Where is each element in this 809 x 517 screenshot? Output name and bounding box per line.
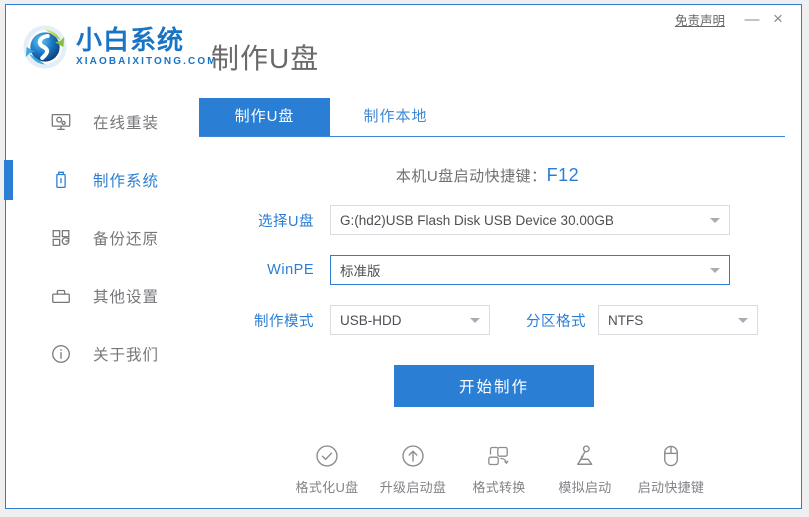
sidebar-item-online-reinstall[interactable]: 在线重装	[6, 93, 194, 151]
tool-label: 升级启动盘	[380, 477, 447, 496]
sidebar-item-label: 其他设置	[93, 285, 159, 307]
chevron-down-icon	[710, 218, 720, 223]
app-window: 免责声明 — ×	[5, 4, 802, 509]
tool-label: 格式转换	[472, 477, 525, 496]
sidebar-item-about-us[interactable]: 关于我们	[6, 325, 194, 383]
monitor-icon	[49, 110, 73, 134]
winpe-select[interactable]: 标准版	[330, 255, 730, 285]
tool-label: 模拟启动	[558, 477, 611, 496]
sidebar-item-other-settings[interactable]: 其他设置	[6, 267, 194, 325]
brand-logo-block: 小白系统 XIAOBAIXITONG.COM	[23, 25, 218, 69]
sidebar-item-label: 备份还原	[93, 227, 159, 249]
content-area: 制作U盘 制作本地 本机U盘启动快捷键：F12 选择U盘 G:(hd2)USB …	[194, 93, 801, 508]
mode-select[interactable]: USB-HDD	[330, 305, 490, 335]
app-root: 免责声明 — ×	[0, 0, 809, 517]
toolbox-icon	[49, 284, 73, 308]
sidebar-item-make-system[interactable]: 制作系统	[6, 151, 194, 209]
boot-hotkey-value: F12	[547, 165, 580, 185]
tool-simulate-boot[interactable]: 模拟启动	[547, 441, 623, 496]
chevron-down-icon	[710, 268, 720, 273]
format-convert-icon	[486, 441, 512, 471]
brand-name-cn: 小白系统	[76, 26, 218, 54]
brand-name-en: XIAOBAIXITONG.COM	[76, 55, 218, 68]
sidebar-item-label: 制作系统	[93, 169, 159, 191]
start-make-button[interactable]: 开始制作	[394, 365, 594, 407]
tool-boot-hotkey[interactable]: 启动快捷键	[633, 441, 709, 496]
sidebar-item-label: 在线重装	[93, 111, 159, 133]
tool-shortcut-row: 格式化U盘 升级启动盘	[289, 441, 709, 496]
close-button[interactable]: ×	[765, 8, 791, 30]
boot-hotkey-text: 本机U盘启动快捷键：F12	[194, 165, 781, 186]
partition-select-value: NTFS	[608, 313, 643, 328]
brand-text: 小白系统 XIAOBAIXITONG.COM	[76, 25, 218, 68]
usb-drive-icon	[49, 168, 73, 192]
partition-select[interactable]: NTFS	[598, 305, 758, 335]
form-row-usb: 选择U盘 G:(hd2)USB Flash Disk USB Device 30…	[194, 195, 801, 245]
usb-label: 选择U盘	[194, 210, 314, 231]
joystick-icon	[572, 441, 598, 471]
chevron-down-icon	[738, 318, 748, 323]
form: 选择U盘 G:(hd2)USB Flash Disk USB Device 30…	[194, 195, 801, 345]
tool-format-convert[interactable]: 格式转换	[461, 441, 537, 496]
winpe-select-value: 标准版	[340, 260, 381, 280]
usb-select[interactable]: G:(hd2)USB Flash Disk USB Device 30.00GB	[330, 205, 730, 235]
chevron-down-icon	[470, 318, 480, 323]
arrow-up-circle-icon	[400, 441, 426, 471]
tool-format-usb[interactable]: 格式化U盘	[289, 441, 365, 496]
form-row-winpe: WinPE 标准版	[194, 245, 801, 295]
partition-label: 分区格式	[506, 310, 586, 331]
tab-make-usb[interactable]: 制作U盘	[199, 98, 330, 136]
sidebar-active-indicator	[4, 160, 13, 200]
recycle-circle-logo	[23, 25, 67, 69]
tabbar: 制作U盘 制作本地	[199, 98, 785, 137]
grid-restore-icon	[49, 226, 73, 250]
page-title: 制作U盘	[211, 37, 319, 77]
mode-select-value: USB-HDD	[340, 313, 402, 328]
form-row-mode: 制作模式 USB-HDD 分区格式 NTFS	[194, 295, 801, 345]
winpe-label: WinPE	[194, 262, 314, 278]
tool-label: 启动快捷键	[638, 477, 705, 496]
mode-label: 制作模式	[194, 310, 314, 331]
check-circle-icon	[314, 441, 340, 471]
minimize-button[interactable]: —	[739, 8, 765, 30]
sidebar: 在线重装 制作系统	[6, 93, 194, 508]
tool-upgrade-boot-disk[interactable]: 升级启动盘	[375, 441, 451, 496]
mouse-icon	[658, 441, 684, 471]
sidebar-item-backup-restore[interactable]: 备份还原	[6, 209, 194, 267]
tab-make-local[interactable]: 制作本地	[330, 98, 461, 136]
sidebar-item-label: 关于我们	[93, 343, 159, 365]
usb-select-value: G:(hd2)USB Flash Disk USB Device 30.00GB	[340, 213, 614, 228]
boot-hotkey-label: 本机U盘启动快捷键：	[396, 168, 547, 185]
info-circle-icon	[49, 342, 73, 366]
disclaimer-link[interactable]: 免责声明	[675, 10, 725, 29]
tool-label: 格式化U盘	[296, 477, 359, 496]
